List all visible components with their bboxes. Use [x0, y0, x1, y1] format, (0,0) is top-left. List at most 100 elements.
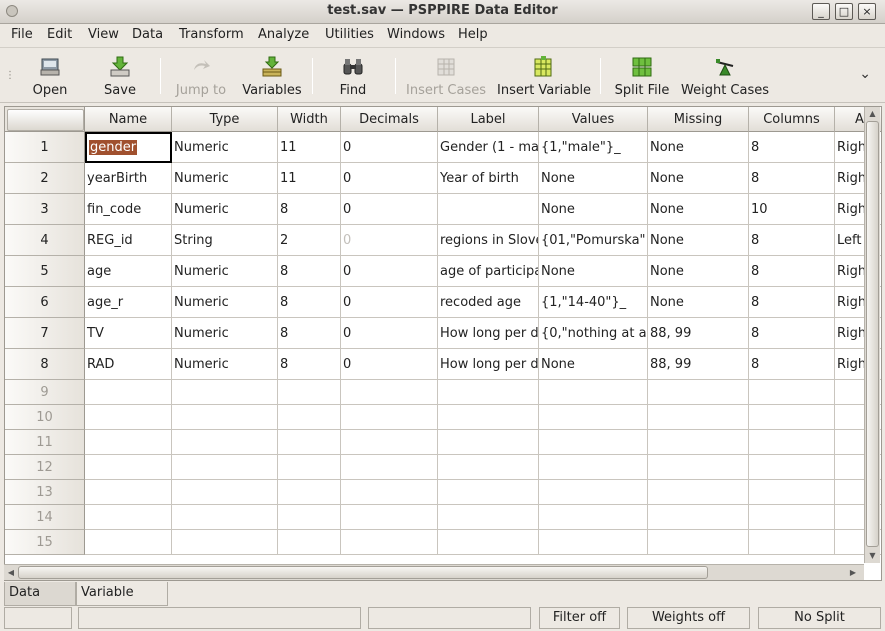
- empty-cell[interactable]: [438, 480, 539, 505]
- cell-label[interactable]: How long per da: [438, 318, 539, 349]
- split-file-button[interactable]: Split File: [613, 54, 671, 100]
- empty-cell[interactable]: [278, 480, 341, 505]
- cell-type[interactable]: Numeric: [172, 132, 278, 163]
- row-header[interactable]: 11: [5, 430, 85, 455]
- tab-data-view[interactable]: Data View: [4, 582, 76, 622]
- scroll-up-icon[interactable]: ▲: [865, 107, 880, 121]
- cell-missing[interactable]: None: [648, 256, 749, 287]
- cell-columns[interactable]: 10: [749, 194, 835, 225]
- row-header[interactable]: 10: [5, 405, 85, 430]
- jump-to-button[interactable]: Jump to: [172, 54, 230, 100]
- empty-cell[interactable]: [85, 480, 172, 505]
- cell-missing[interactable]: 88, 99: [648, 318, 749, 349]
- menu-data[interactable]: Data: [132, 27, 163, 42]
- cell-values[interactable]: {1,"male"}_: [539, 132, 648, 163]
- cell-label[interactable]: Gender (1 - ma: [438, 132, 539, 163]
- cell-values[interactable]: {0,"nothing at al: [539, 318, 648, 349]
- row-header[interactable]: 5: [5, 256, 85, 287]
- cell-name[interactable]: fin_code: [85, 194, 172, 225]
- find-button[interactable]: Find: [333, 54, 373, 100]
- cell-missing[interactable]: None: [648, 163, 749, 194]
- cell-width[interactable]: 8: [278, 256, 341, 287]
- menu-edit[interactable]: Edit: [47, 27, 72, 42]
- cell-columns[interactable]: 8: [749, 163, 835, 194]
- empty-cell[interactable]: [341, 505, 438, 530]
- empty-cell[interactable]: [539, 430, 648, 455]
- cell-columns[interactable]: 8: [749, 256, 835, 287]
- cell-columns[interactable]: 8: [749, 318, 835, 349]
- cell-decimals[interactable]: 0: [341, 163, 438, 194]
- cell-type[interactable]: String: [172, 225, 278, 256]
- horizontal-scrollbar[interactable]: ◀ ▶: [4, 564, 864, 580]
- toolbar-grip-icon[interactable]: ⋮: [5, 70, 15, 81]
- empty-cell[interactable]: [341, 480, 438, 505]
- empty-cell[interactable]: [648, 480, 749, 505]
- empty-cell[interactable]: [539, 480, 648, 505]
- cell-label[interactable]: age of participa: [438, 256, 539, 287]
- toolbar-overflow-icon[interactable]: ⌄: [859, 66, 871, 82]
- cell-width[interactable]: 2: [278, 225, 341, 256]
- empty-cell[interactable]: [341, 405, 438, 430]
- cell-width[interactable]: 11: [278, 132, 341, 163]
- row-header[interactable]: 14: [5, 505, 85, 530]
- menu-transform[interactable]: Transform: [179, 27, 244, 42]
- cell-decimals[interactable]: 0: [341, 194, 438, 225]
- cell-name[interactable]: yearBirth: [85, 163, 172, 194]
- cell-width[interactable]: 8: [278, 318, 341, 349]
- cell-decimals[interactable]: 0: [341, 287, 438, 318]
- empty-cell[interactable]: [278, 455, 341, 480]
- empty-cell[interactable]: [85, 430, 172, 455]
- cell-type[interactable]: Numeric: [172, 318, 278, 349]
- empty-cell[interactable]: [749, 455, 835, 480]
- row-header[interactable]: 9: [5, 380, 85, 405]
- row-header[interactable]: 4: [5, 225, 85, 256]
- row-header[interactable]: 1: [5, 132, 85, 163]
- empty-cell[interactable]: [85, 530, 172, 555]
- empty-cell[interactable]: [648, 455, 749, 480]
- empty-cell[interactable]: [85, 405, 172, 430]
- cell-label[interactable]: Year of birth: [438, 163, 539, 194]
- vertical-scrollbar[interactable]: ▲ ▼: [864, 107, 880, 563]
- maximize-button[interactable]: □: [835, 3, 853, 20]
- cell-label[interactable]: [438, 194, 539, 225]
- empty-cell[interactable]: [341, 455, 438, 480]
- cell-type[interactable]: Numeric: [172, 287, 278, 318]
- column-header-decimals[interactable]: Decimals: [341, 107, 438, 132]
- cell-columns[interactable]: 8: [749, 349, 835, 380]
- cell-name[interactable]: REG_id: [85, 225, 172, 256]
- empty-cell[interactable]: [172, 480, 278, 505]
- menu-help[interactable]: Help: [458, 27, 488, 42]
- cell-type[interactable]: Numeric: [172, 256, 278, 287]
- cell-columns[interactable]: 8: [749, 225, 835, 256]
- empty-cell[interactable]: [172, 530, 278, 555]
- cell-name[interactable]: RAD: [85, 349, 172, 380]
- empty-cell[interactable]: [172, 405, 278, 430]
- vertical-scroll-thumb[interactable]: [866, 121, 879, 547]
- cell-width[interactable]: 11: [278, 163, 341, 194]
- menu-analyze[interactable]: Analyze: [258, 27, 309, 42]
- empty-cell[interactable]: [341, 530, 438, 555]
- cell-name[interactable]: gender: [85, 132, 172, 163]
- insert-cases-button[interactable]: Insert Cases: [406, 54, 486, 100]
- tab-variable-view[interactable]: Variable View: [76, 582, 168, 622]
- menu-utilities[interactable]: Utilities: [325, 27, 374, 42]
- cell-values[interactable]: None: [539, 349, 648, 380]
- cell-missing[interactable]: None: [648, 225, 749, 256]
- row-header[interactable]: 8: [5, 349, 85, 380]
- menu-windows[interactable]: Windows: [387, 27, 445, 42]
- empty-cell[interactable]: [438, 530, 539, 555]
- cell-decimals[interactable]: 0: [341, 225, 438, 256]
- cell-width[interactable]: 8: [278, 349, 341, 380]
- cell-values[interactable]: None: [539, 256, 648, 287]
- empty-cell[interactable]: [648, 505, 749, 530]
- empty-cell[interactable]: [749, 505, 835, 530]
- empty-cell[interactable]: [648, 430, 749, 455]
- row-header[interactable]: 7: [5, 318, 85, 349]
- empty-cell[interactable]: [341, 430, 438, 455]
- column-header-columns[interactable]: Columns: [749, 107, 835, 132]
- cell-decimals[interactable]: 0: [341, 318, 438, 349]
- empty-cell[interactable]: [278, 505, 341, 530]
- cell-name[interactable]: age_r: [85, 287, 172, 318]
- scroll-left-icon[interactable]: ◀: [4, 565, 18, 580]
- close-button[interactable]: ×: [858, 3, 876, 20]
